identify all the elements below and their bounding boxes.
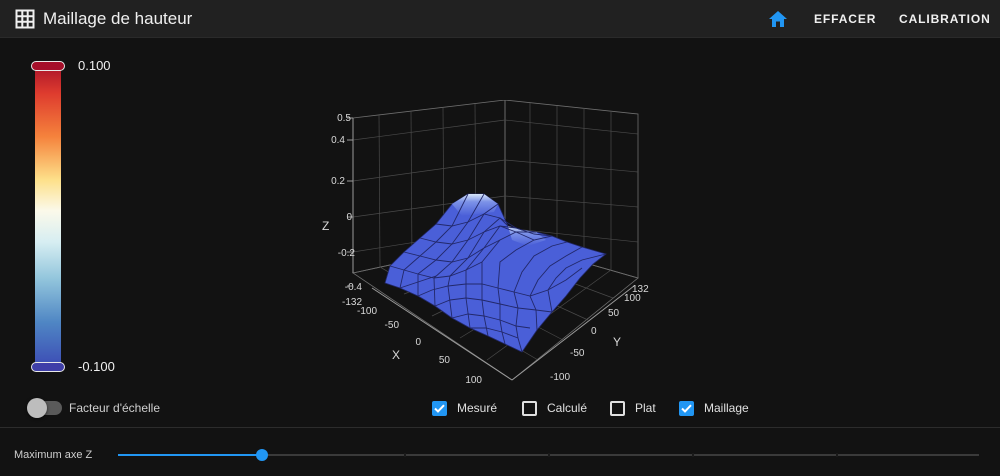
z-tick-0.2: 0.2: [331, 176, 345, 187]
x-tick-50: 50: [439, 355, 451, 366]
flat-option[interactable]: Plat: [610, 399, 656, 417]
z-tick-0.5: 0.5: [337, 113, 351, 124]
z-axis-max-slider[interactable]: [118, 449, 979, 461]
mesh-label: Maillage: [704, 401, 749, 415]
color-scale-min-label: -0.100: [78, 359, 115, 374]
clear-button[interactable]: EFFACER: [814, 11, 876, 27]
tick-marks: [347, 117, 353, 287]
flat-label: Plat: [635, 401, 656, 415]
z-tick-minus-0.4: -0.4: [345, 282, 363, 293]
y-tick-132: 132: [632, 284, 649, 295]
surface-mesh: [384, 193, 607, 353]
z-axis-max-label: Maximum axe Z: [14, 449, 93, 461]
z-axis-label: Z: [322, 219, 329, 233]
computed-label: Calculé: [547, 401, 588, 415]
y-tick-50: 50: [608, 308, 620, 319]
home-button[interactable]: [764, 6, 792, 32]
measured-checkbox[interactable]: [432, 400, 447, 416]
z-tick-0.4: 0.4: [331, 135, 345, 146]
y-axis-label: Y: [613, 335, 621, 349]
x-tick-minus-100: -100: [357, 306, 377, 317]
color-scale-bar: [35, 62, 61, 372]
height-map-3d-plot[interactable]: 0.5 0.4 0.2 0 -0.2 -0.4 Z -132 -100 -50 …: [300, 100, 680, 395]
grid-icon: [15, 9, 35, 29]
x-axis-label: X: [392, 348, 400, 362]
page-title: Maillage de hauteur: [43, 9, 193, 28]
color-scale-min-handle[interactable]: [31, 362, 65, 372]
mesh-checkbox[interactable]: [679, 400, 694, 416]
x-tick-0: 0: [415, 337, 421, 348]
z-tick-0: 0: [346, 212, 352, 223]
check-icon: [434, 404, 445, 413]
color-scale-max-label: 0.100: [78, 58, 111, 73]
slider-thumb[interactable]: [256, 449, 268, 461]
app-toolbar: Maillage de hauteur EFFACER CALIBRATION: [0, 0, 1000, 38]
switch-track[interactable]: [27, 398, 62, 418]
slider-tick: [404, 453, 406, 457]
color-scale-max-handle[interactable]: [31, 61, 65, 71]
calibration-button[interactable]: CALIBRATION: [899, 11, 991, 27]
switch-thumb[interactable]: [27, 398, 47, 418]
scale-factor-toggle[interactable]: Facteur d'échelle: [27, 398, 161, 418]
x-tick-100: 100: [465, 375, 482, 386]
slider-tick: [692, 453, 694, 457]
y-tick-minus-100: -100: [550, 372, 570, 383]
slider-tick: [836, 453, 838, 457]
measured-label: Mesuré: [457, 401, 498, 415]
computed-checkbox[interactable]: [522, 400, 537, 416]
y-tick-minus-50: -50: [570, 348, 585, 359]
x-tick-minus-50: -50: [385, 320, 400, 331]
home-icon: [769, 11, 787, 27]
y-tick-0: 0: [591, 326, 597, 337]
z-tick-minus-0.2: -0.2: [338, 248, 356, 259]
measured-option[interactable]: Mesuré: [432, 399, 497, 417]
slider-tick: [548, 453, 550, 457]
scale-factor-label: Facteur d'échelle: [69, 401, 161, 415]
slider-fill: [118, 454, 262, 456]
divider: [0, 427, 1000, 428]
computed-option[interactable]: Calculé: [522, 399, 587, 417]
flat-checkbox[interactable]: [610, 400, 625, 416]
mesh-option[interactable]: Maillage: [679, 399, 749, 417]
check-icon: [681, 404, 692, 413]
